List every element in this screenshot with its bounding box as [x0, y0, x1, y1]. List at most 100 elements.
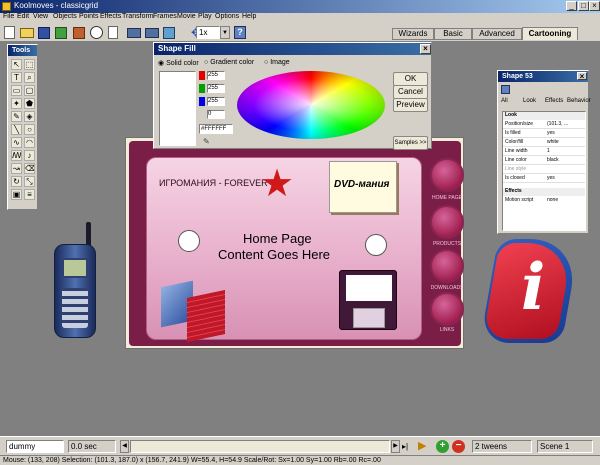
menu-help[interactable]: Help [242, 13, 256, 20]
rect-tool-icon[interactable]: ▭ [11, 85, 22, 96]
timeline-track[interactable] [130, 440, 390, 453]
paint-tool-icon[interactable]: ✎ [11, 111, 22, 122]
shape-fill-close-button[interactable]: × [420, 44, 431, 54]
red-input[interactable]: 255 [207, 71, 225, 80]
menu-effects[interactable]: Effects [100, 13, 121, 20]
menu-points[interactable]: Points [79, 13, 98, 20]
menu-movie[interactable]: Movie [177, 13, 196, 20]
props-tab-effects[interactable]: Effects [545, 98, 563, 104]
tab-wizards[interactable]: Wizards [392, 28, 434, 40]
picture-icon[interactable] [163, 27, 175, 39]
save-icon[interactable] [38, 27, 50, 39]
line-tool-icon[interactable]: ╲ [11, 124, 22, 135]
ok-button[interactable]: OK [393, 72, 428, 86]
node-tool-icon[interactable]: ⬚ [24, 59, 35, 70]
menu-edit[interactable]: Edit [17, 13, 29, 20]
curve-tool-icon[interactable]: ∿ [11, 137, 22, 148]
import-icon[interactable] [55, 27, 67, 39]
bucket-tool-icon[interactable]: ◈ [24, 111, 35, 122]
props-row[interactable]: Position/size (101.3, ... [503, 120, 585, 129]
camera-icon[interactable] [127, 28, 141, 38]
open-folder-icon[interactable] [20, 28, 34, 38]
solid-radio[interactable]: ◉ Solid color [158, 59, 199, 67]
stage[interactable]: HOME PAGE ИГРОМАНИЯ - FOREVER ★ DVD-мани… [125, 137, 464, 349]
goto-end-icon[interactable]: ▸| [402, 440, 411, 453]
menu-view[interactable]: View [33, 13, 48, 20]
arc-tool-icon[interactable]: ◠ [24, 137, 35, 148]
rotate-tool-icon[interactable]: ↻ [11, 176, 22, 187]
menu-transform[interactable]: Transform [122, 13, 154, 20]
selected-circle-right[interactable] [365, 234, 387, 256]
group-tool-icon[interactable]: ▣ [11, 189, 22, 200]
menu-play[interactable]: Play [198, 13, 212, 20]
tab-cartooning[interactable]: Cartooning [522, 27, 578, 40]
help-icon[interactable]: ? [234, 26, 246, 39]
blue-input[interactable]: 255 [207, 97, 225, 106]
selected-circle-left[interactable] [178, 230, 200, 252]
nav-links-button[interactable] [430, 292, 464, 326]
nav-home-button[interactable] [430, 158, 464, 192]
props-toolbar-icon[interactable] [501, 85, 510, 94]
samples-button[interactable]: Samples >> [393, 136, 428, 150]
alpha-input[interactable]: 0 [207, 110, 225, 119]
nav-downloads-button[interactable] [430, 249, 464, 283]
layer-name-field[interactable]: dummy [6, 440, 64, 453]
props-row[interactable]: Color/fill white [503, 138, 585, 147]
play-button-icon[interactable]: ▶ [418, 440, 430, 453]
gradient-radio[interactable]: ○ Gradient color [204, 59, 254, 66]
timeline-next-button[interactable]: ▶ [391, 440, 400, 453]
maximize-button[interactable]: □ [578, 1, 589, 11]
tweens-field[interactable]: 2 tweens [472, 440, 532, 453]
star-tool-icon[interactable]: ✦ [11, 98, 22, 109]
color-wheel[interactable] [237, 71, 385, 139]
align-tool-icon[interactable]: ≡ [24, 189, 35, 200]
props-tab-all[interactable]: All [501, 98, 508, 104]
remove-frame-icon[interactable]: − [452, 440, 465, 453]
add-frame-icon[interactable]: + [436, 440, 449, 453]
menu-options[interactable]: Options [215, 13, 239, 20]
image-icon[interactable] [73, 27, 85, 39]
text-tool-icon[interactable]: T [11, 72, 22, 83]
eyedropper-icon[interactable]: ✎ [203, 137, 210, 146]
props-row[interactable]: Line style [503, 165, 585, 174]
nav-products-button[interactable] [430, 205, 464, 239]
eraser-tool-icon[interactable]: ⌫ [24, 163, 35, 174]
close-button[interactable]: × [589, 1, 600, 11]
pointer-tool-icon[interactable]: ↖ [11, 59, 22, 70]
green-input[interactable]: 255 [207, 84, 225, 93]
props-row[interactable]: Is filled yes [503, 129, 585, 138]
tab-advanced[interactable]: Advanced [472, 28, 522, 40]
preview-button[interactable]: Preview [393, 98, 428, 112]
timer-icon[interactable] [90, 26, 103, 39]
hex-input[interactable]: #FFFFFF [199, 124, 233, 134]
zoom-dropdown-arrow[interactable]: ▼ [220, 26, 230, 39]
menu-frames[interactable]: Frames [153, 13, 177, 20]
zoom-select-box[interactable]: 1x [196, 26, 220, 39]
camera-alt-icon[interactable] [145, 28, 159, 38]
cancel-button[interactable]: Cancel [393, 85, 428, 99]
menu-file[interactable]: File [3, 13, 14, 20]
new-file-icon[interactable] [4, 26, 15, 39]
timeline-prev-button[interactable]: ◀ [120, 440, 129, 453]
props-tab-look[interactable]: Look [523, 98, 536, 104]
zoom-tool-icon[interactable]: ⌕ [24, 72, 35, 83]
props-tab-behavior[interactable]: Behavior [567, 98, 591, 104]
tab-basic[interactable]: Basic [434, 28, 472, 40]
ellipse-tool-icon[interactable]: ○ [24, 124, 35, 135]
path-tool-icon[interactable]: ↝ [11, 163, 22, 174]
props-row[interactable]: Is closed yes [503, 174, 585, 183]
props-effects-row[interactable]: Motion script none [503, 196, 585, 205]
minimize-button[interactable]: _ [566, 1, 577, 11]
polygon-tool-icon[interactable]: ⬟ [24, 98, 35, 109]
sound-tool-icon[interactable]: ♪ [24, 150, 35, 161]
props-row[interactable]: Line width 1 [503, 147, 585, 156]
document-icon[interactable] [108, 26, 118, 39]
shape-properties-close-button[interactable]: × [577, 72, 587, 81]
props-row[interactable]: Line color black [503, 156, 585, 165]
image-radio[interactable]: ○ Image [264, 59, 290, 66]
scale-tool-icon[interactable]: ⤡ [24, 176, 35, 187]
freehand-tool-icon[interactable]: ꟿ [11, 150, 22, 161]
menu-objects[interactable]: Objects [53, 13, 77, 20]
scene-select[interactable]: Scene 1 [537, 440, 593, 453]
round-rect-tool-icon[interactable]: ▢ [24, 85, 35, 96]
